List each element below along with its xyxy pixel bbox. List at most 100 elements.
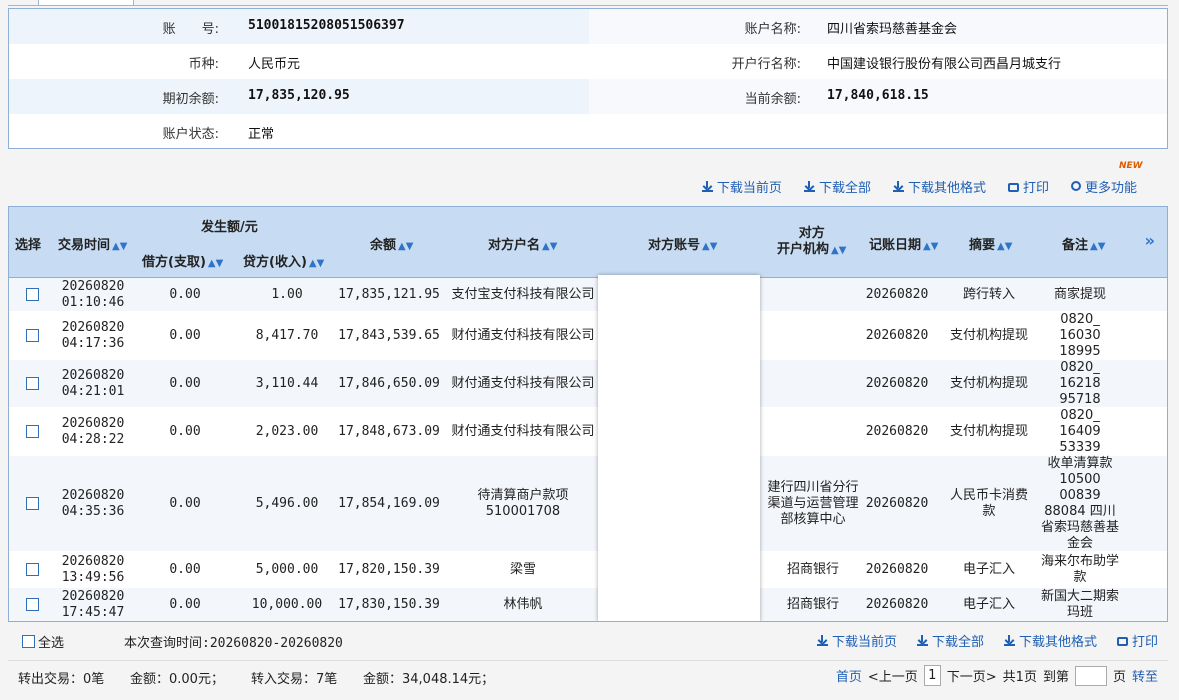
download-page-button[interactable]: 下载当前页 (701, 177, 782, 196)
cell-time: 20260820 01:10:46 (61, 278, 125, 310)
cell-cp-name: 财付通支付科技有限公司 (451, 375, 595, 391)
row-checkbox[interactable] (25, 377, 39, 390)
top-tab-strip (8, 0, 1168, 6)
bottom-download-other-button[interactable]: 下载其他格式 (1003, 631, 1097, 650)
col-select: 选择 (15, 238, 42, 253)
select-all[interactable]: 全选 (22, 632, 64, 651)
cell-remark: 新国大二期索玛班 (1040, 588, 1119, 620)
bottom-download-all-button[interactable]: 下载全部 (916, 631, 984, 650)
account-status-value: 正常 (248, 127, 275, 142)
cell-debit: 0.00 (169, 561, 201, 577)
table-row[interactable]: 20260820 04:28:22 0.00 2,023.00 17,848,673.0… (9, 408, 1167, 456)
cell-cp-name: 财付通支付科技有限公司 (451, 423, 595, 439)
cell-summary: 人民币卡消费款 (949, 487, 1028, 519)
col-counterparty-account[interactable]: 对方账号 ▲▼ (648, 234, 717, 253)
cell-summary: 跨行转入 (962, 286, 1015, 302)
table-row[interactable]: 20260820 01:10:46 0.00 1.00 17,835,121.95 支付宝… (9, 278, 1167, 312)
summary-bar: 转出交易：0笔 金额：0.00元； 转入交易：7笔 金额：34,048.14元；… (8, 660, 1168, 694)
cell-remark: 海来尔布助学款 (1040, 553, 1119, 585)
bank-label: 开户行名称: (731, 57, 801, 72)
table-row[interactable]: 20260820 04:21:01 0.00 3,110.44 17,846,650.0… (9, 360, 1167, 408)
more-functions-button[interactable]: 更多功能 (1070, 177, 1137, 196)
cell-summary: 支付机构提现 (949, 375, 1028, 391)
more-columns-icon[interactable]: » (1145, 231, 1155, 250)
download-icon (816, 635, 828, 646)
total-pages: 共1页 (1002, 670, 1037, 685)
in-transactions: 转入交易：7笔 (251, 672, 338, 687)
download-icon (916, 635, 928, 646)
cell-date: 20260820 (865, 561, 929, 577)
cell-date: 20260820 (865, 596, 929, 612)
page-unit: 页 (1112, 670, 1126, 685)
cell-debit: 0.00 (169, 596, 201, 612)
cell-credit: 8,417.70 (255, 327, 319, 343)
bottom-print-button[interactable]: 打印 (1116, 631, 1158, 650)
table-footer-actions: 全选 本次查询时间:20260820-20260820 下载当前页 下载全部 下… (8, 626, 1168, 654)
cell-select (15, 312, 49, 359)
sort-icon: ▲▼ (923, 241, 939, 252)
prev-page-link[interactable]: <上一页 (868, 666, 918, 685)
table-header: 选择 交易时间 ▲▼ 发生额/元 借方(支取) ▲▼ 贷方(收入) ▲▼ 余额 ▲▼ 对… (9, 207, 1167, 278)
cell-select (15, 408, 49, 455)
cell-debit: 0.00 (169, 375, 201, 391)
row-checkbox[interactable] (25, 497, 39, 510)
active-tab[interactable] (38, 0, 134, 6)
new-badge: NEW (1119, 161, 1143, 171)
cell-balance: 17,820,150.39 (338, 561, 440, 577)
first-page-link[interactable]: 首页 (836, 666, 862, 685)
col-summary[interactable]: 摘要 ▲▼ (969, 234, 1012, 253)
table-row[interactable]: 20260820 04:17:36 0.00 8,417.70 17,843,539.6… (9, 312, 1167, 360)
row-checkbox[interactable] (25, 288, 39, 301)
cell-summary: 支付机构提现 (949, 423, 1028, 439)
current-balance-value: 17,840,618.15 (827, 88, 929, 103)
account-name-label: 账户名称: (744, 22, 801, 37)
cell-summary: 支付机构提现 (949, 327, 1028, 343)
table-row[interactable]: 20260820 13:49:56 0.00 5,000.00 17,820,150.3… (9, 552, 1167, 588)
cell-select (15, 588, 49, 621)
table-row[interactable]: 20260820 04:35:36 0.00 5,496.00 17,854,169.0… (9, 456, 1167, 552)
bottom-download-page-button[interactable]: 下载当前页 (816, 631, 897, 650)
cell-remark: 0820_ 16218 95718 (1059, 359, 1101, 407)
row-checkbox[interactable] (25, 598, 39, 611)
col-credit[interactable]: 贷方(收入) ▲▼ (243, 251, 324, 270)
cell-cp-name: 梁雪 (509, 561, 536, 577)
cell-debit: 0.00 (169, 286, 201, 302)
printer-icon (1007, 182, 1019, 192)
cell-time: 20260820 04:35:36 (61, 487, 125, 519)
download-other-button[interactable]: 下载其他格式 (892, 177, 986, 196)
col-post-date[interactable]: 记账日期 ▲▼ (869, 234, 938, 253)
col-counterparty-name[interactable]: 对方户名 ▲▼ (488, 234, 557, 253)
col-amount-group: 发生额/元 (201, 220, 258, 235)
printer-icon (1116, 637, 1128, 646)
cell-summary: 电子汇入 (962, 596, 1015, 612)
col-counterparty-bank[interactable]: 对方 开户机构 ▲▼ (777, 226, 846, 259)
page-input[interactable] (1074, 665, 1107, 686)
cell-credit: 3,110.44 (255, 375, 319, 391)
row-checkbox[interactable] (25, 425, 39, 438)
sort-icon: ▲▼ (398, 241, 414, 252)
cell-cp-bank (765, 278, 861, 311)
col-debit[interactable]: 借方(支取) ▲▼ (142, 251, 223, 270)
select-all-checkbox[interactable] (22, 635, 35, 648)
sort-icon: ▲▼ (1090, 241, 1106, 252)
cell-remark: 商家提现 (1053, 286, 1106, 302)
current-balance-label: 当前余额: (744, 92, 801, 107)
query-time: 本次查询时间:20260820-20260820 (124, 636, 343, 651)
row-checkbox[interactable] (25, 563, 39, 576)
table-row[interactable]: 20260820 17:45:47 0.00 10,000.00 17,830,150.… (9, 588, 1167, 621)
account-info-panel: 账 号: 51001815208051506397 账户名称: 四川省索玛慈善基… (8, 8, 1168, 149)
col-balance[interactable]: 余额 ▲▼ (370, 234, 413, 253)
download-all-button[interactable]: 下载全部 (803, 177, 871, 196)
print-button[interactable]: 打印 (1007, 177, 1049, 196)
cell-balance: 17,854,169.09 (338, 495, 440, 511)
top-toolbar: 下载当前页 下载全部 下载其他格式 打印 更多功能 (701, 177, 1137, 196)
current-page[interactable]: 1 (923, 665, 941, 686)
cell-select (15, 552, 49, 587)
col-remark[interactable]: 备注 ▲▼ (1062, 234, 1105, 253)
cell-date: 20260820 (865, 327, 929, 343)
cell-summary: 电子汇入 (962, 561, 1015, 577)
go-button[interactable]: 转至 (1132, 666, 1158, 685)
col-time[interactable]: 交易时间 ▲▼ (58, 234, 127, 253)
next-page-link[interactable]: 下一页> (947, 666, 997, 685)
row-checkbox[interactable] (25, 329, 39, 342)
